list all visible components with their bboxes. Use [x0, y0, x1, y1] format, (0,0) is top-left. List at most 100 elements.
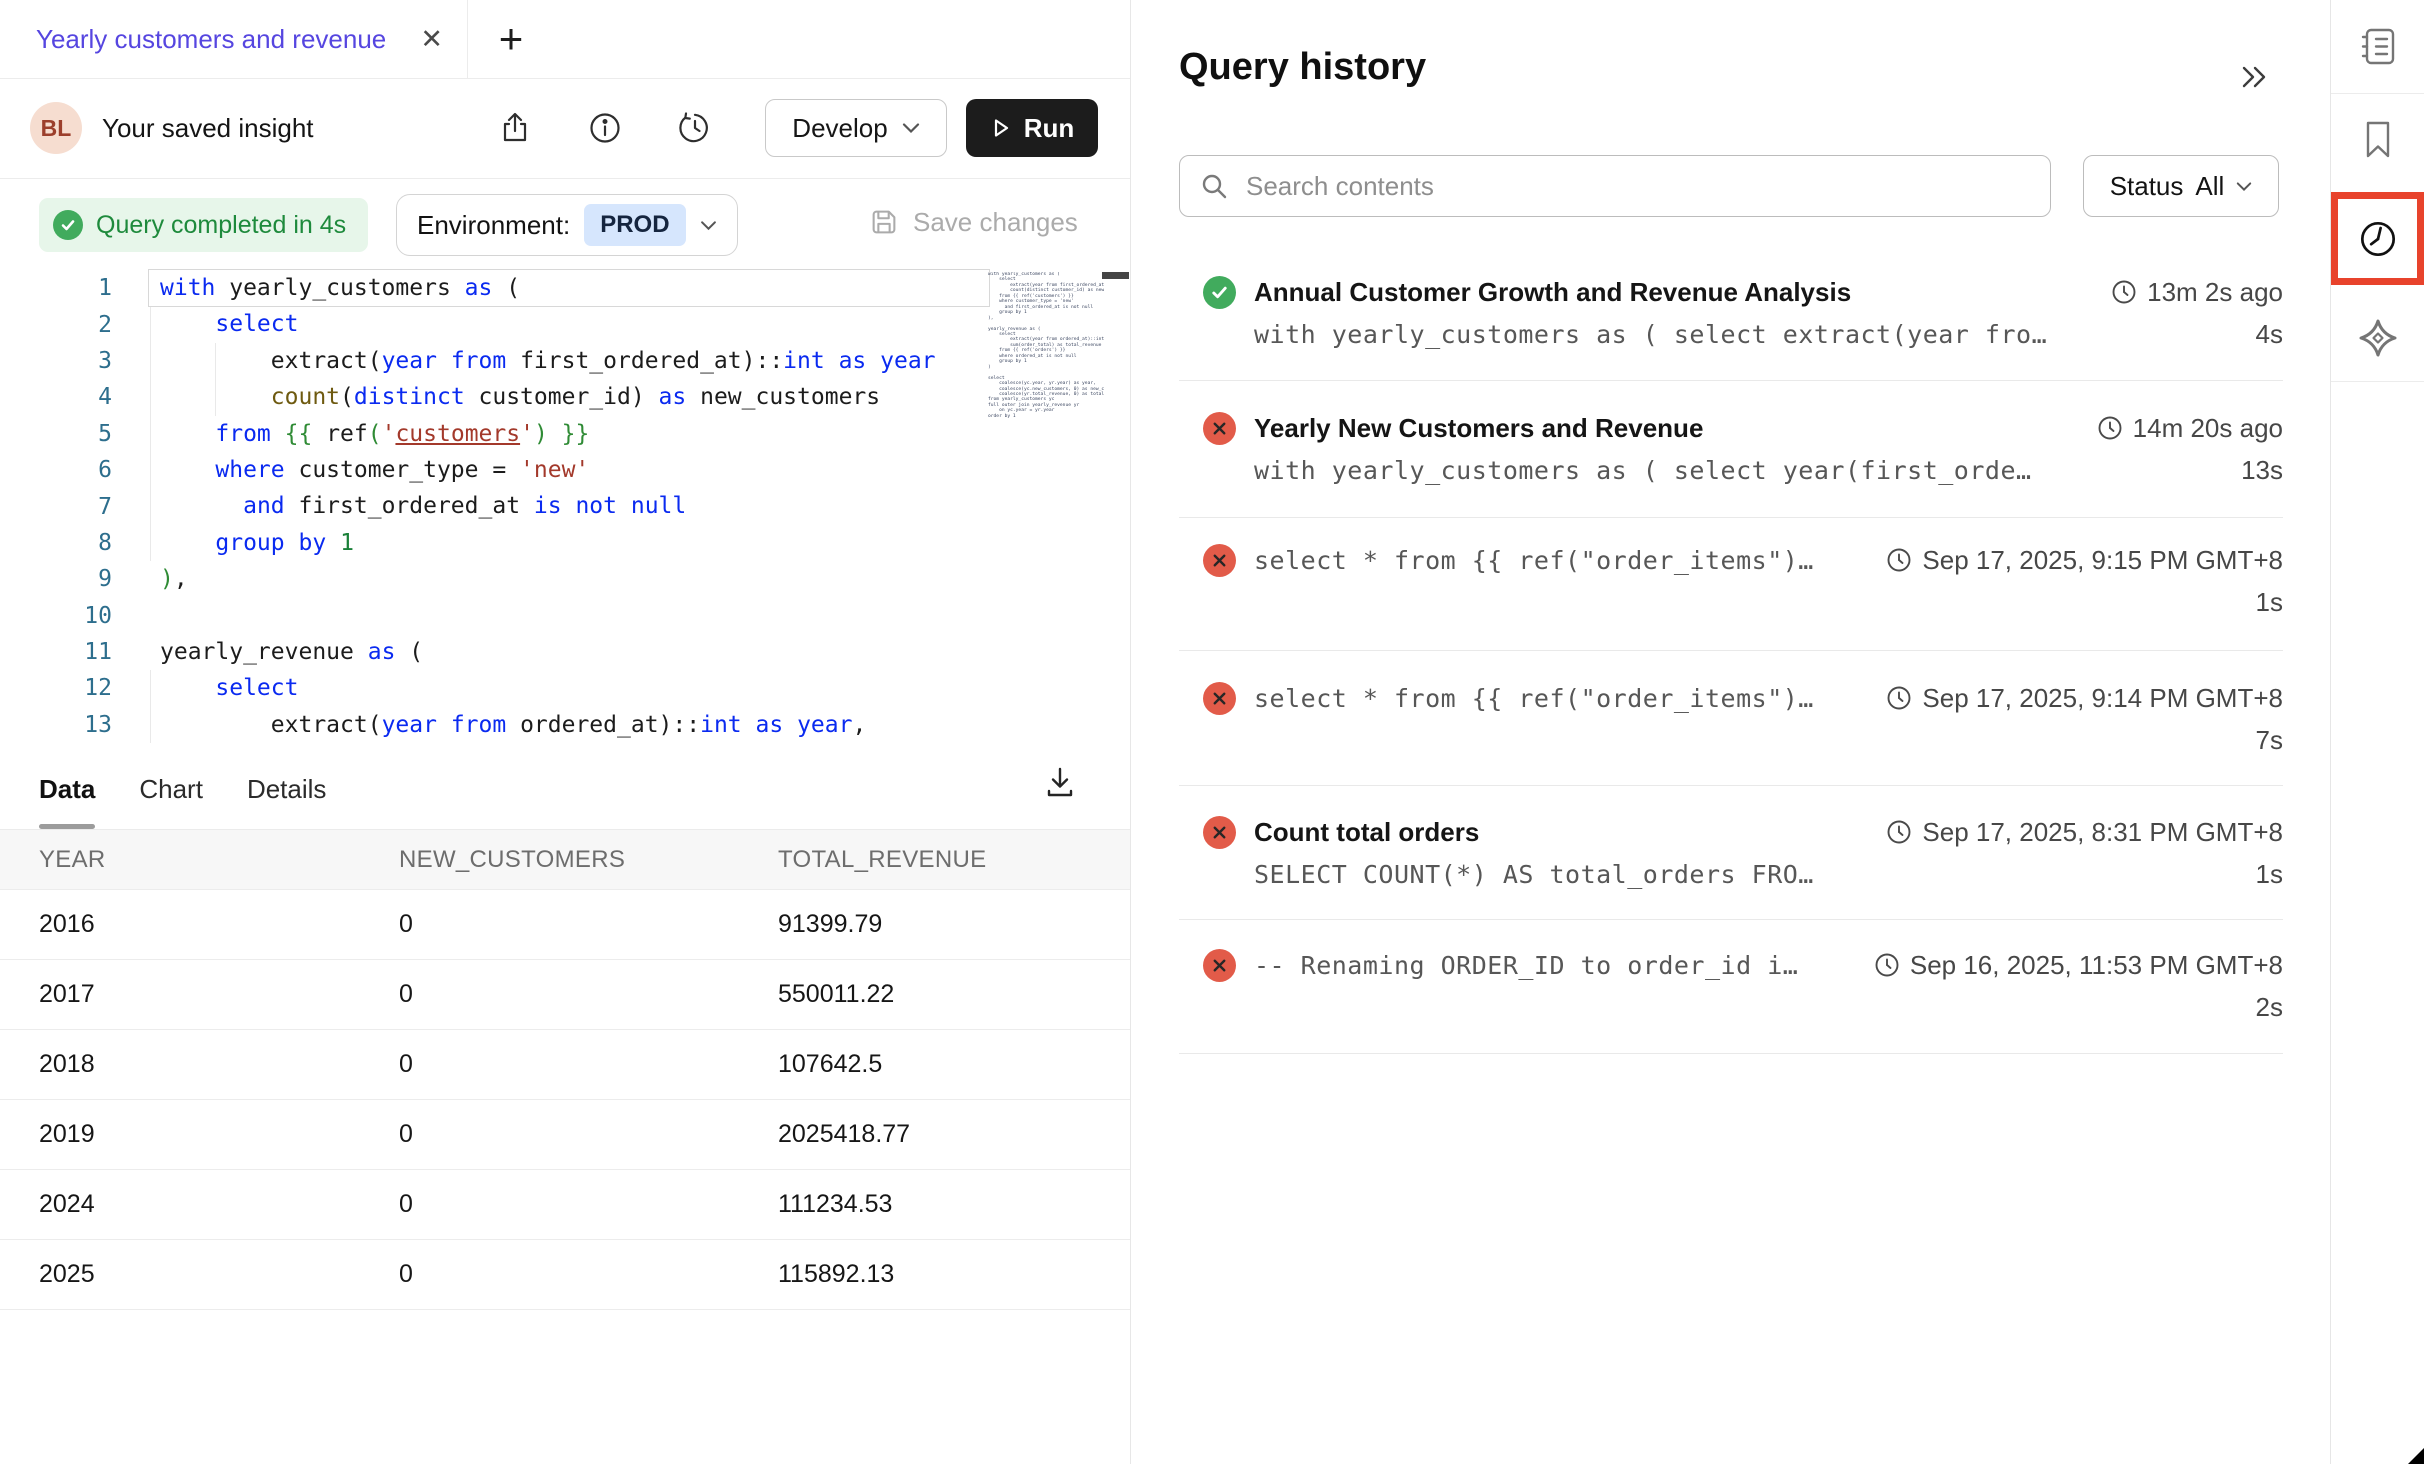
download-icon[interactable] [1042, 764, 1078, 800]
cell-new-customers: 0 [399, 1120, 778, 1149]
notebook-icon[interactable] [2331, 17, 2424, 77]
chevron-down-icon [2236, 181, 2252, 192]
scrollbar-thumb[interactable] [1102, 272, 1129, 279]
history-item-duration: 13s [2241, 455, 2283, 486]
clock-icon [1874, 952, 1900, 978]
status-row: Query completed in 4s Environment: PROD … [0, 178, 1130, 268]
code-line: 13 extract(year from ordered_at)::int as… [0, 707, 985, 743]
bookmark-icon[interactable] [2331, 110, 2424, 170]
code-text: where customer_type = 'new' [160, 452, 589, 488]
code-text: from {{ ref('customers') }} [160, 416, 589, 452]
history-item[interactable]: select * from {{ ref("order_items")… Sep… [1179, 542, 2283, 618]
cell-total-revenue: 550011.22 [778, 980, 1130, 1009]
history-item-title: Yearly New Customers and Revenue [1254, 413, 2097, 444]
code-text: count(distinct customer_id) as new_custo… [160, 379, 880, 415]
tab-chart[interactable]: Chart [139, 750, 203, 829]
check-icon [1209, 282, 1230, 303]
history-item-title: Annual Customer Growth and Revenue Analy… [1254, 277, 2111, 308]
avatar: BL [30, 102, 82, 154]
search-icon [1200, 172, 1228, 200]
info-icon[interactable] [588, 111, 622, 145]
code-text: select [160, 306, 298, 342]
results-table-header: YEARNEW_CUSTOMERSTOTAL_REVENUE [0, 830, 1130, 890]
line-number: 6 [0, 457, 112, 483]
editor-minimap[interactable]: with yearly_customers as ( select extrac… [988, 272, 1104, 692]
history-item[interactable]: Annual Customer Growth and Revenue Analy… [1179, 274, 2283, 350]
history-item[interactable]: select * from {{ ref("order_items")… Sep… [1179, 680, 2283, 756]
history-item-time: 14m 20s ago [2097, 413, 2283, 444]
close-tab-icon[interactable]: ✕ [420, 24, 443, 55]
tab-data[interactable]: Data [39, 750, 95, 829]
history-item-title: -- Renaming ORDER_ID to order_id i… [1254, 951, 1798, 980]
share-icon[interactable] [498, 111, 532, 145]
save-changes-button[interactable]: Save changes [868, 206, 1078, 238]
history-item-snippet: with yearly_customers as ( select year(f… [1254, 456, 2032, 485]
table-row[interactable]: 2019 0 2025418.77 [0, 1100, 1130, 1170]
search-input[interactable] [1244, 170, 2030, 203]
history-item-snippet: SELECT COUNT(*) AS total_orders FRO… [1254, 860, 1814, 889]
x-icon [1210, 689, 1229, 708]
chevron-down-icon [700, 220, 717, 231]
clock-icon [2111, 279, 2137, 305]
cell-year: 2025 [39, 1260, 399, 1289]
version-history-icon[interactable] [678, 111, 712, 145]
play-icon [990, 117, 1012, 139]
history-item-duration: 1s [2256, 859, 2283, 890]
history-item[interactable]: -- Renaming ORDER_ID to order_id i… Sep … [1179, 947, 2283, 1023]
line-number: 2 [0, 312, 112, 338]
history-item[interactable]: Count total orders Sep 17, 2025, 8:31 PM… [1179, 814, 2283, 890]
history-item-time: Sep 17, 2025, 9:14 PM GMT+8 [1886, 683, 2283, 714]
status-icon [1203, 544, 1236, 577]
status-icon [1203, 276, 1236, 309]
line-number: 3 [0, 348, 112, 374]
table-row[interactable]: 2024 0 111234.53 [0, 1170, 1130, 1240]
status-filter-dropdown[interactable]: Status All [2083, 155, 2279, 217]
environment-selector[interactable]: Environment: PROD [396, 194, 738, 256]
history-item-time: Sep 16, 2025, 11:53 PM GMT+8 [1874, 950, 2283, 981]
table-row[interactable]: 2018 0 107642.5 [0, 1030, 1130, 1100]
table-row[interactable]: 2017 0 550011.22 [0, 960, 1130, 1030]
cell-year: 2017 [39, 980, 399, 1009]
collapse-panel-icon[interactable] [2238, 62, 2270, 92]
right-icon-rail [2330, 0, 2424, 1464]
history-item[interactable]: Yearly New Customers and Revenue 14m 20s… [1179, 410, 2283, 486]
code-line: 11 yearly_revenue as ( [0, 634, 985, 670]
cell-year: 2018 [39, 1050, 399, 1079]
divider [1179, 380, 2283, 381]
run-label: Run [1024, 113, 1075, 144]
history-item-title: Count total orders [1254, 817, 1886, 848]
table-row[interactable]: 2016 0 91399.79 [0, 890, 1130, 960]
divider [1179, 785, 2283, 786]
line-number: 5 [0, 421, 112, 447]
new-tab-button[interactable]: + [486, 0, 536, 78]
clock-icon [1886, 685, 1912, 711]
sql-code-editor[interactable]: 1 with yearly_customers as ( 2 select 3 … [0, 268, 1130, 746]
column-header: NEW_CUSTOMERS [399, 846, 778, 874]
code-text: ), [160, 561, 188, 597]
cell-new-customers: 0 [399, 1260, 778, 1289]
tab-title: Yearly customers and revenue [36, 24, 420, 55]
code-line: 6 where customer_type = 'new' [0, 452, 985, 488]
develop-dropdown[interactable]: Develop [765, 99, 947, 157]
save-changes-label: Save changes [913, 207, 1078, 238]
tab-details[interactable]: Details [247, 750, 326, 829]
cell-new-customers: 0 [399, 980, 778, 1009]
history-item-snippet: with yearly_customers as ( select extrac… [1254, 320, 2047, 349]
lineage-icon[interactable] [2331, 308, 2424, 368]
environment-value-pill: PROD [584, 204, 685, 246]
history-item-duration: 7s [2256, 725, 2283, 756]
tab-yearly-customers-and-revenue[interactable]: Yearly customers and revenue ✕ [0, 0, 468, 78]
table-row[interactable]: 2025 0 115892.13 [0, 1240, 1130, 1310]
code-line: 2 select [0, 306, 985, 342]
code-lines: 1 with yearly_customers as ( 2 select 3 … [0, 270, 985, 743]
line-number: 4 [0, 384, 112, 410]
code-text: group by 1 [160, 525, 354, 561]
history-item-title: select * from {{ ref("order_items")… [1254, 684, 1814, 713]
cell-new-customers: 0 [399, 1050, 778, 1079]
history-clock-icon-active[interactable] [2331, 192, 2424, 285]
chevron-down-icon [902, 122, 920, 134]
run-button[interactable]: Run [966, 99, 1098, 157]
status-icon [1203, 949, 1236, 982]
code-text: extract(year from ordered_at)::int as ye… [160, 707, 866, 743]
line-number: 8 [0, 530, 112, 556]
